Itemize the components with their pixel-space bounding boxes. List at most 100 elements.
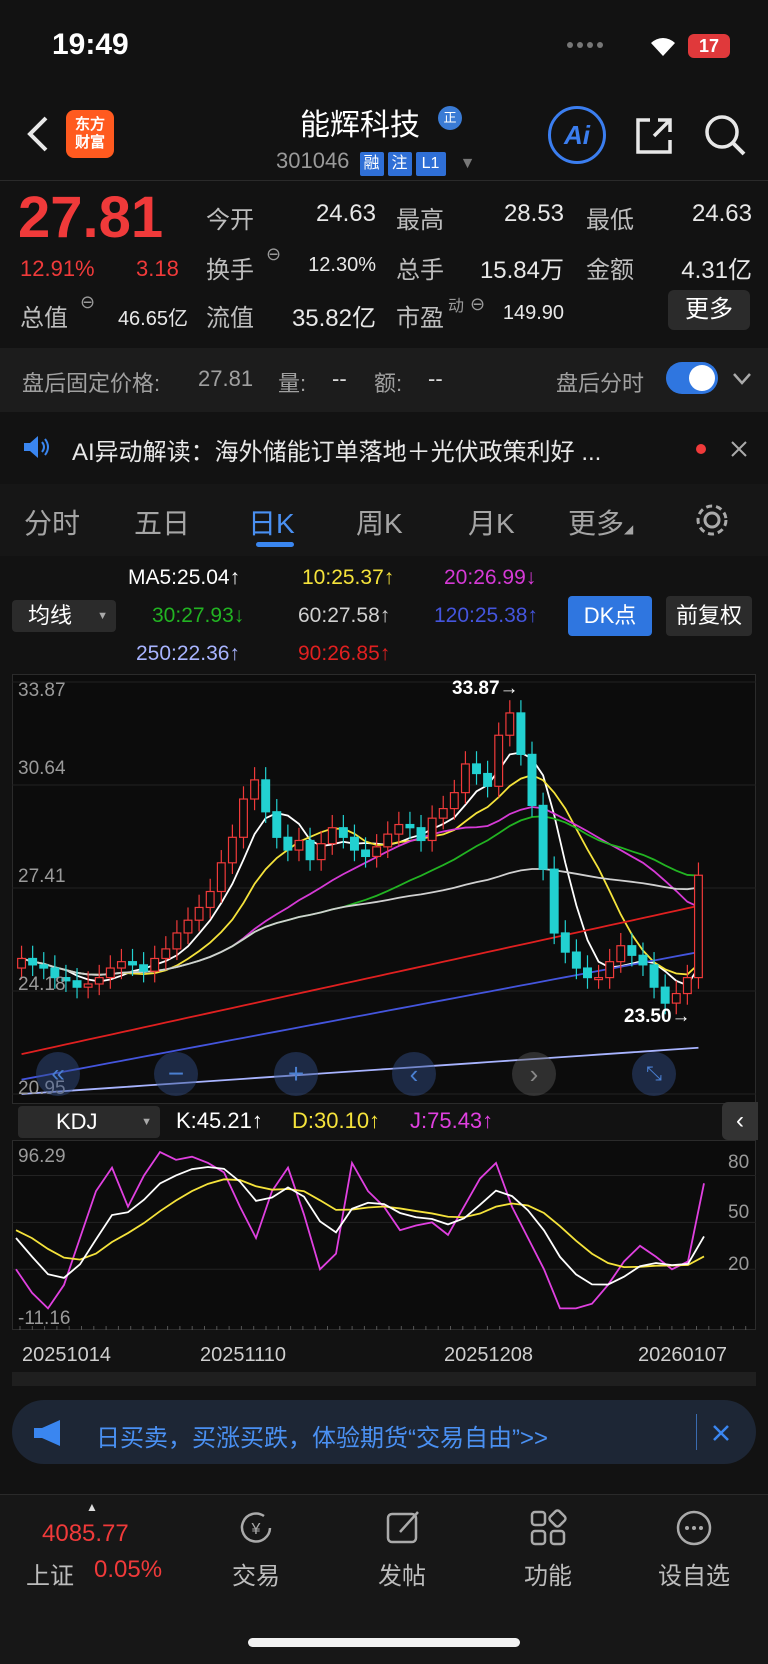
candle-body xyxy=(427,817,437,842)
nav-functions[interactable]: 功能 xyxy=(524,1556,572,1591)
j-value: J:75.43↑ xyxy=(410,1108,494,1133)
tab-intraday[interactable]: 分时 xyxy=(24,502,80,542)
chevron-down-icon: ▼ xyxy=(97,610,108,622)
promo-divider xyxy=(696,1414,697,1450)
candle-body xyxy=(261,779,271,813)
indicator-select[interactable]: 均线 ▼ xyxy=(12,600,116,632)
high-value: 28.53 xyxy=(503,200,564,227)
candle-body xyxy=(305,839,315,861)
ai-button[interactable]: Ai xyxy=(548,106,606,164)
collapse-icon[interactable]: ‹ xyxy=(722,1102,758,1140)
chart-scroll-area[interactable] xyxy=(12,1372,756,1386)
rewind-icon[interactable]: « xyxy=(36,1052,80,1096)
kdj-svg xyxy=(12,1150,756,1330)
y-tick: 24.18 xyxy=(18,974,66,995)
ma250-label: 250:22.36↑ xyxy=(136,642,240,665)
functions-grid-icon[interactable] xyxy=(528,1508,568,1548)
candle-body xyxy=(582,967,592,979)
zoom-out-icon[interactable]: − xyxy=(154,1052,198,1096)
move-right-icon[interactable]: › xyxy=(512,1052,556,1096)
amount-value: 4.31亿 xyxy=(681,257,752,284)
candle-body xyxy=(671,992,681,1004)
kdj-y-tick: -11.16 xyxy=(18,1308,71,1329)
candle-body xyxy=(405,823,415,829)
nav-trade[interactable]: 交易 xyxy=(232,1556,280,1591)
info-icon[interactable]: ⊖ xyxy=(80,292,95,313)
tab-daily-k[interactable]: 日K xyxy=(248,502,295,542)
k-value: K:45.21↑ xyxy=(176,1108,263,1133)
change-amount: 3.18 xyxy=(136,256,179,281)
candle-body xyxy=(105,967,115,979)
candle-body xyxy=(250,779,260,800)
nav-add-watchlist[interactable]: 设自选 xyxy=(658,1556,730,1591)
candle-body xyxy=(316,843,326,861)
x-date-label: 20260107 xyxy=(638,1344,727,1366)
candle-body xyxy=(338,827,348,838)
tab-monthly-k[interactable]: 月K xyxy=(468,502,515,542)
index-value[interactable]: 4085.77 xyxy=(42,1520,129,1548)
candle-body xyxy=(139,964,149,972)
nav-post[interactable]: 发帖 xyxy=(378,1556,426,1591)
speaker-icon xyxy=(24,436,49,458)
tag-note: 注 xyxy=(387,152,412,176)
news-text[interactable]: AI异动解读：海外储能订单落地＋光伏政策利好 ... xyxy=(72,432,601,467)
candle-body xyxy=(616,945,626,963)
kdj-select[interactable]: KDJ ▼ xyxy=(18,1106,160,1138)
ma10-line xyxy=(21,774,700,976)
kdj-y-tick: 96.29 xyxy=(18,1146,66,1167)
candle-body xyxy=(438,807,448,819)
tab-more[interactable]: 更多◢ xyxy=(568,502,633,542)
back-icon[interactable] xyxy=(22,112,52,156)
candle-body xyxy=(527,753,537,807)
index-name[interactable]: 上证 xyxy=(26,1556,74,1591)
close-icon[interactable] xyxy=(730,440,748,458)
after-hours-toggle[interactable] xyxy=(666,362,718,394)
close-icon[interactable] xyxy=(712,1424,730,1442)
stock-code-row[interactable]: 301046 融注 L1 ▼ xyxy=(276,148,476,176)
ma30-label: 30:27.93↓ xyxy=(152,604,245,627)
candle-body xyxy=(571,951,581,969)
turnover-value: 12.30% xyxy=(308,254,376,276)
stock-code: 301046 xyxy=(276,148,350,173)
current-price: 27.81 xyxy=(18,185,164,250)
candle-body xyxy=(472,763,482,775)
wifi-icon xyxy=(651,38,675,56)
post-edit-icon[interactable] xyxy=(384,1508,424,1548)
settings-gear-icon[interactable] xyxy=(694,502,730,538)
index-pct[interactable]: 0.05% xyxy=(94,1556,162,1584)
pe-superscript: 动 xyxy=(448,298,465,315)
status-time: 19:49 xyxy=(52,28,129,61)
candle-body xyxy=(161,948,171,960)
x-date-label: 20251014 xyxy=(22,1344,111,1366)
more-dots-icon[interactable] xyxy=(674,1508,714,1548)
more-button[interactable]: 更多 xyxy=(668,290,750,330)
indicator-select-label: 均线 xyxy=(28,603,73,628)
search-icon[interactable] xyxy=(702,112,748,158)
candle-body xyxy=(327,827,337,845)
candle-body xyxy=(349,836,359,851)
trade-yen-icon[interactable]: ¥ xyxy=(236,1508,276,1548)
zoom-in-icon[interactable]: + xyxy=(274,1052,318,1096)
candle-body xyxy=(294,839,304,851)
d-value: D:30.10↑ xyxy=(292,1108,381,1133)
tab-five-day[interactable]: 五日 xyxy=(134,502,190,542)
candle-body xyxy=(505,712,515,736)
info-icon[interactable]: ⊖ xyxy=(470,294,485,315)
chevron-down-icon[interactable] xyxy=(732,372,752,386)
tab-weekly-k[interactable]: 周K xyxy=(356,502,403,542)
candle-body xyxy=(361,849,371,858)
candle-body xyxy=(449,792,459,810)
dk-point-button[interactable]: DK点 xyxy=(568,596,652,636)
after-amt-value: -- xyxy=(428,366,443,391)
adjust-button[interactable]: 前复权 xyxy=(666,596,752,636)
open-value: 24.63 xyxy=(315,200,376,227)
ma60-label: 60:27.58↑ xyxy=(298,604,391,627)
candle-body xyxy=(594,977,604,981)
kline-svg xyxy=(12,681,756,1095)
fullscreen-icon[interactable]: ⤡ xyxy=(632,1052,676,1096)
ma10-label: 10:25.37↑ xyxy=(302,566,395,589)
move-left-icon[interactable]: ‹ xyxy=(392,1052,436,1096)
candle-body xyxy=(94,977,104,985)
candle-body xyxy=(28,957,38,966)
share-icon[interactable] xyxy=(632,114,676,158)
